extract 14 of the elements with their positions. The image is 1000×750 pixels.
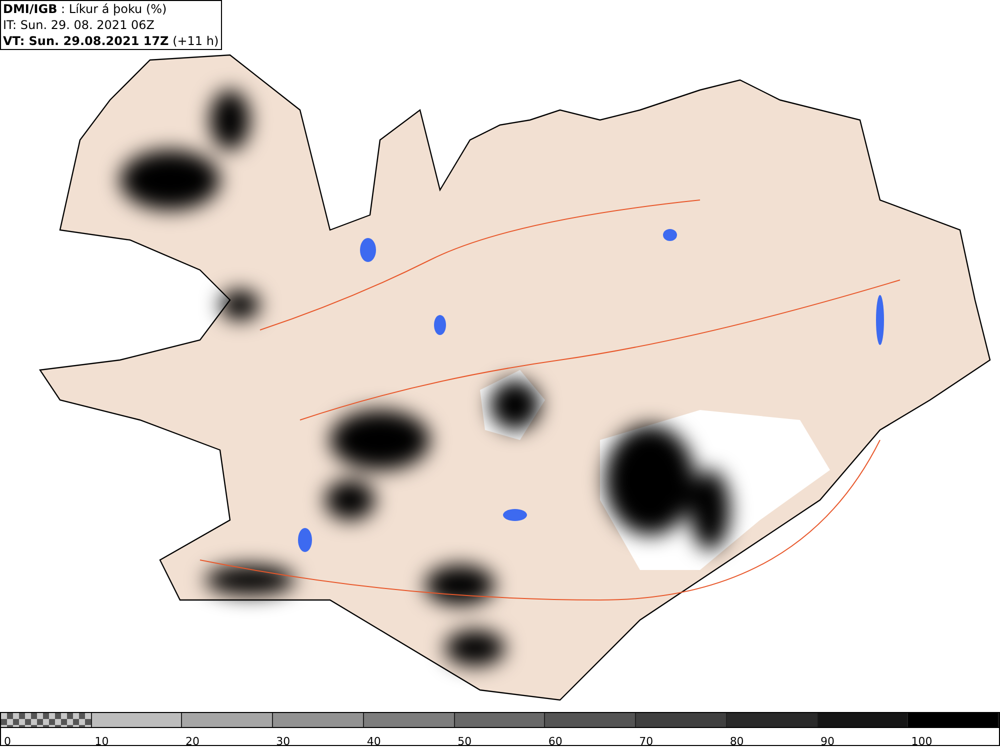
scale-tick-label: 30 — [276, 735, 290, 748]
scale-tick-label: 60 — [548, 735, 562, 748]
scale-tick-label: 10 — [94, 735, 109, 748]
scale-tick-label: 0 — [4, 735, 11, 748]
scale-tick-label: 100 — [911, 735, 932, 748]
scale-tick-label: 20 — [185, 735, 200, 748]
scale-tick-label: 80 — [730, 735, 744, 748]
valid-time: VT: Sun. 29.08.2021 17Z (+11 h) — [3, 33, 219, 49]
scale-tick-label: 40 — [366, 735, 381, 748]
scale-tick-label: 50 — [458, 735, 472, 748]
scale-tick-label: 70 — [639, 735, 654, 748]
map-title: DMI/IGB : Líkur á þoku (%) — [3, 1, 168, 17]
scale-tick-label: 90 — [820, 735, 835, 748]
issue-time: IT: Sun. 29. 08. 2021 06Z — [3, 17, 156, 33]
